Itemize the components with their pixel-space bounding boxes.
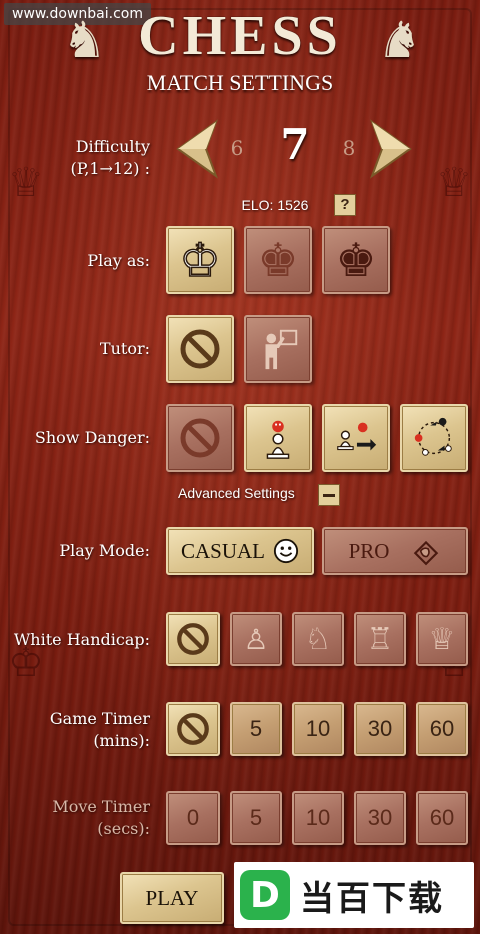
move-timer-5-label: 5 — [249, 805, 263, 830]
game-timer-30-label: 30 — [367, 716, 393, 741]
white-handicap-label: White Handicap: — [13, 630, 150, 649]
page-title: MATCH SETTINGS — [146, 70, 334, 95]
tutor-icon — [265, 329, 298, 370]
difficulty-prev-button[interactable] — [172, 118, 220, 180]
app-title: CHESS — [138, 5, 342, 67]
difficulty-next-value: 8 — [342, 136, 356, 160]
game-timer-10-label: 10 — [305, 716, 331, 741]
handicap-pawn-button[interactable]: ♙ — [230, 612, 282, 666]
queen-icon: ♕ — [428, 621, 456, 657]
off-icon — [180, 418, 220, 458]
show-danger-off-button[interactable] — [166, 404, 234, 472]
brand-text: 当百下载 — [300, 878, 444, 919]
show-danger-move-button[interactable] — [322, 404, 390, 472]
black-king-icon: ♚ — [335, 233, 377, 287]
show-danger-all-button[interactable] — [400, 404, 468, 472]
rook-icon: ♖ — [366, 621, 394, 657]
tutor-on-button[interactable] — [244, 315, 312, 383]
handicap-queen-button[interactable]: ♕ — [416, 612, 468, 666]
game-timer-10-button[interactable]: 10 — [292, 702, 344, 756]
elo-rating: ELO: 1526 — [241, 197, 309, 213]
collapse-icon — [323, 494, 335, 497]
elo-help-button[interactable]: ? — [334, 194, 356, 216]
difficulty-current-value: 7 — [280, 120, 310, 169]
game-timer-5-label: 5 — [249, 716, 263, 741]
game-timer-60-button[interactable]: 60 — [416, 702, 468, 756]
show-danger-piece-button[interactable] — [244, 404, 312, 472]
play-as-random-button[interactable]: ♚ — [244, 226, 312, 294]
tutor-label: Tutor: — [99, 339, 150, 358]
pro-fist-icon — [414, 540, 439, 566]
move-timer-30-button[interactable]: 30 — [354, 791, 406, 845]
move-timer-label: Move Timer (secs): — [20, 796, 150, 840]
danger-move-icon — [337, 422, 377, 451]
show-danger-label: Show Danger: — [34, 428, 150, 447]
game-timer-5-button[interactable]: 5 — [230, 702, 282, 756]
play-button-label: PLAY — [145, 885, 199, 910]
game-timer-off-button[interactable] — [166, 702, 220, 756]
brand-banner: D 当百下载 — [234, 862, 474, 928]
white-king-icon: ♔ — [179, 233, 222, 287]
smiley-icon — [273, 538, 299, 564]
move-timer-60-label: 60 — [429, 805, 455, 830]
game-timer-label-line2: (mins): — [93, 731, 150, 750]
difficulty-next-button[interactable] — [368, 118, 416, 180]
move-timer-0-label: 0 — [186, 805, 200, 830]
move-timer-10-label: 10 — [305, 805, 331, 830]
advanced-settings-toggle[interactable] — [318, 484, 340, 506]
play-as-black-button[interactable]: ♚ — [322, 226, 390, 294]
ornament-right-top: ♕ — [436, 160, 472, 206]
game-timer-label: Game Timer (mins): — [20, 708, 150, 752]
move-timer-10-button[interactable]: 10 — [292, 791, 344, 845]
play-mode-pro-button[interactable]: PRO — [322, 527, 468, 575]
move-timer-5-button[interactable]: 5 — [230, 791, 282, 845]
move-timer-60-button[interactable]: 60 — [416, 791, 468, 845]
move-timer-label-line1: Move Timer — [52, 797, 150, 816]
play-button[interactable]: PLAY — [120, 872, 224, 924]
game-timer-60-label: 60 — [429, 716, 455, 741]
handicap-rook-button[interactable]: ♖ — [354, 612, 406, 666]
tutor-off-button[interactable] — [166, 315, 234, 383]
off-icon — [180, 329, 220, 369]
play-as-label: Play as: — [87, 251, 150, 270]
difficulty-label-line1: Difficulty — [75, 137, 150, 156]
difficulty-label: Difficulty (P,1→12) : — [20, 136, 150, 180]
difficulty-label-line2: (P,1→12) : — [70, 159, 150, 178]
pro-label: PRO — [348, 538, 390, 563]
pawn-icon: ♙ — [243, 622, 269, 656]
move-timer-label-line2: (secs): — [97, 819, 150, 838]
casual-label: CASUAL — [180, 538, 265, 563]
game-timer-label-line1: Game Timer — [49, 709, 150, 728]
difficulty-prev-value: 6 — [230, 136, 244, 160]
danger-all-icon — [414, 417, 452, 456]
play-mode-casual-button[interactable]: CASUAL — [166, 527, 314, 575]
handicap-off-button[interactable] — [166, 612, 220, 666]
game-timer-30-button[interactable]: 30 — [354, 702, 406, 756]
move-timer-30-label: 30 — [367, 805, 393, 830]
off-icon — [177, 713, 209, 745]
knight-icon: ♘ — [304, 621, 332, 657]
brand-logo: D — [240, 870, 290, 920]
random-king-icon: ♚ — [257, 233, 299, 287]
move-timer-0-button[interactable]: 0 — [166, 791, 220, 845]
play-mode-label: Play Mode: — [59, 541, 150, 560]
handicap-knight-button[interactable]: ♘ — [292, 612, 344, 666]
advanced-settings-label[interactable]: Advanced Settings — [178, 485, 295, 501]
danger-piece-icon — [266, 420, 290, 459]
play-as-white-button[interactable]: ♔ — [166, 226, 234, 294]
off-icon — [177, 623, 209, 655]
